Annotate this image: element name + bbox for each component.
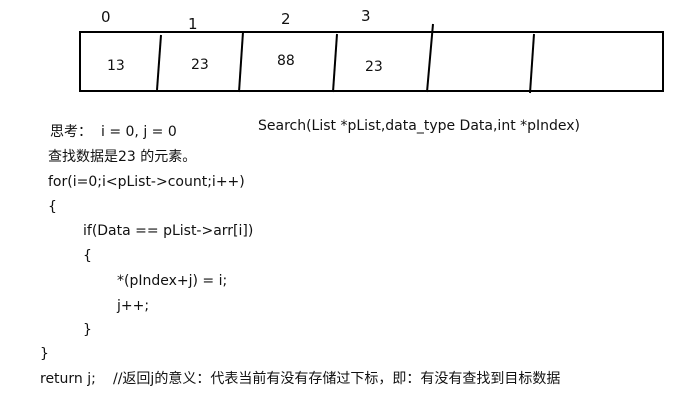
close-brace: } (83, 322, 92, 338)
initial-values: i = 0, j = 0 (101, 124, 177, 140)
task-description: 查找数据是23 的元素。 (48, 149, 197, 165)
array-index: 1 (188, 15, 198, 33)
array-cell-value: 23 (365, 59, 383, 75)
array-cell-value: 23 (191, 57, 209, 73)
increment-line: j++; (117, 298, 150, 314)
open-brace: { (48, 199, 57, 215)
array-cell-value: 13 (107, 58, 125, 74)
return-line: return j; (40, 371, 96, 387)
array-diagram (79, 23, 664, 94)
array-cell-value: 88 (277, 53, 295, 69)
array-index: 0 (101, 8, 111, 26)
cell-divider (426, 23, 434, 93)
cell-divider (238, 31, 244, 93)
if-line: if(Data == pList->arr[i]) (83, 223, 254, 239)
assign-line: *(pIndex+j) = i; (117, 273, 228, 289)
open-brace: { (83, 248, 92, 264)
close-brace: } (40, 346, 49, 362)
cell-divider (332, 33, 338, 93)
for-loop-line: for(i=0;i<pList->count;i++) (48, 174, 245, 190)
cell-divider (529, 33, 535, 94)
return-comment: //返回j的意义：代表当前有没有存储过下标，即：有没有查找到目标数据 (113, 371, 561, 387)
cell-divider (156, 34, 162, 91)
thinking-label: 思考： (50, 124, 92, 140)
array-index: 2 (281, 10, 291, 28)
function-signature: Search(List *pList,data_type Data,int *p… (258, 118, 581, 134)
array-index: 3 (361, 7, 371, 25)
